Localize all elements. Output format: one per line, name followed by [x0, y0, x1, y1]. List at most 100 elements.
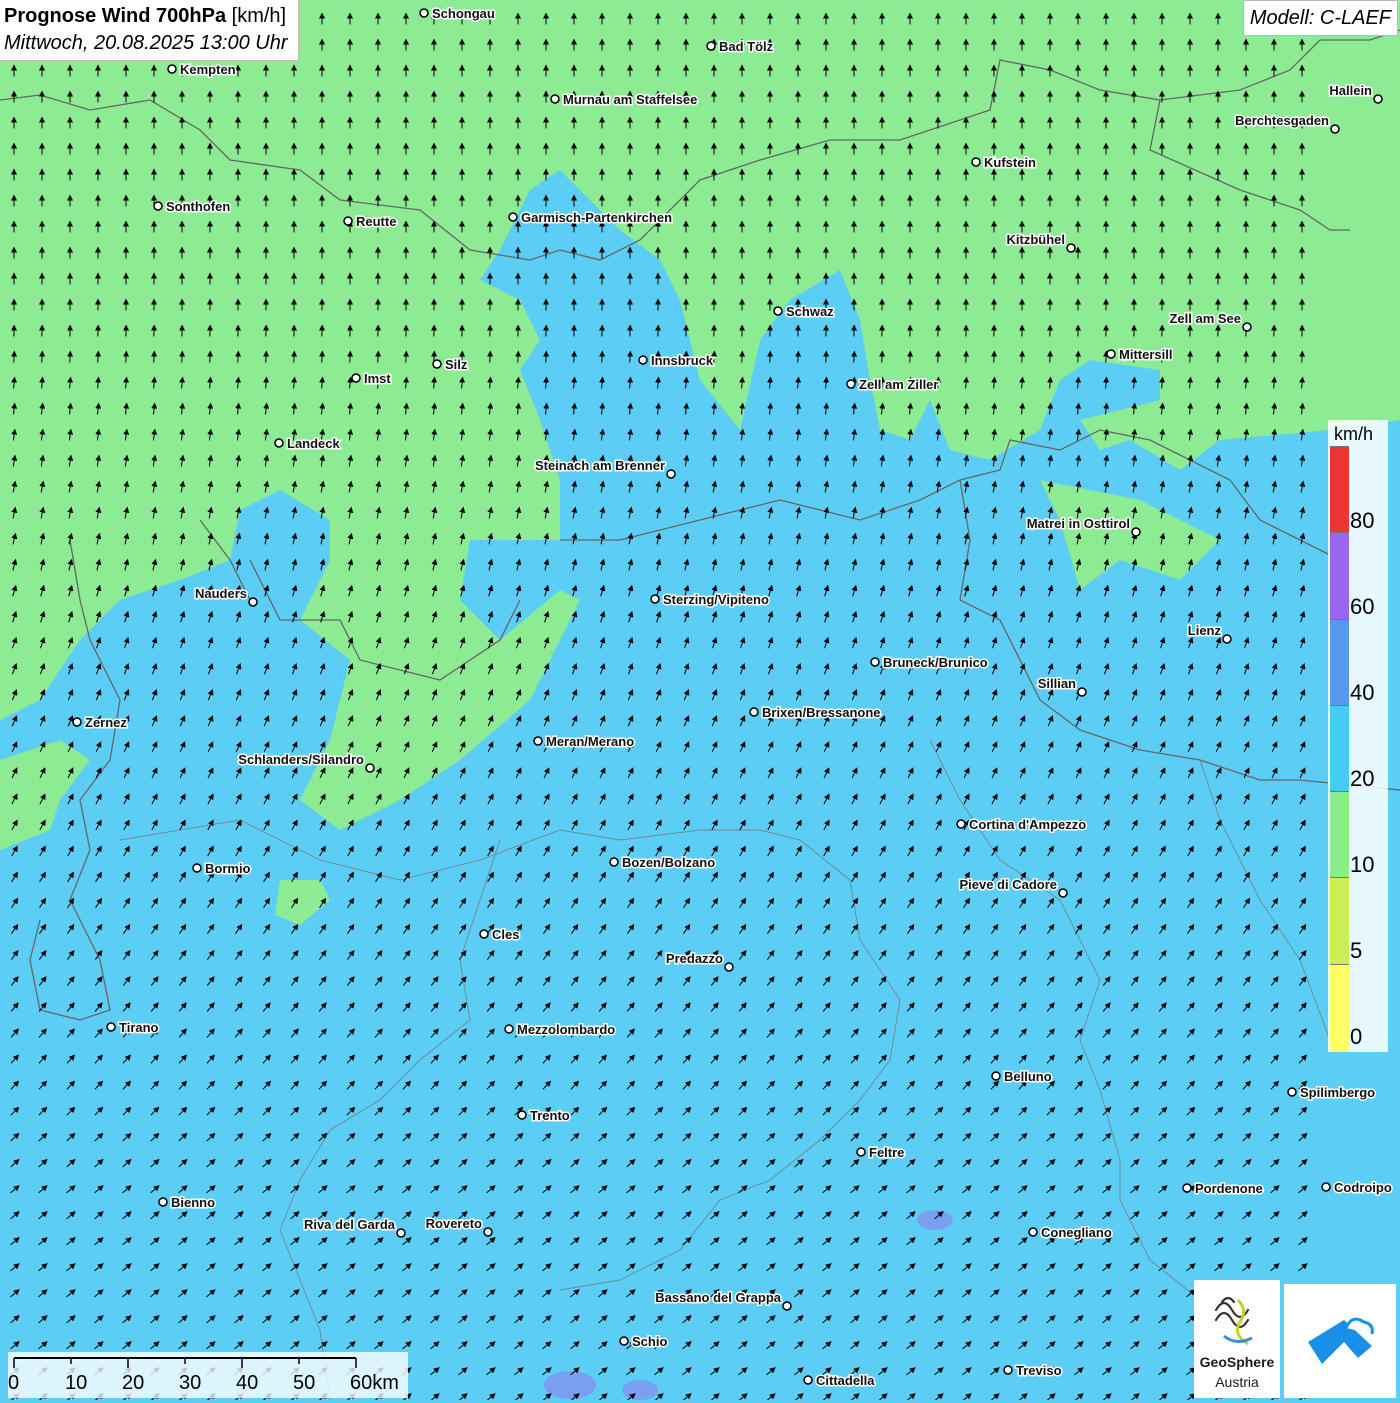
city-label: Sterzing/Vipiteno: [663, 592, 769, 607]
city-label: Steinach am Brenner: [535, 458, 665, 473]
city-label: Reutte: [356, 214, 396, 229]
wind-arrow: [714, 354, 715, 363]
city-marker: [610, 858, 618, 866]
city-marker: [847, 380, 855, 388]
legend-label: 80: [1350, 508, 1374, 534]
city-label: Mittersill: [1119, 347, 1172, 362]
wind-arrow: [42, 354, 43, 363]
wind-arrow: [574, 354, 575, 363]
scale-label: 20: [122, 1372, 144, 1395]
city-marker: [509, 213, 517, 221]
wind-arrow: [1078, 354, 1079, 363]
city-label: Kufstein: [984, 155, 1036, 170]
city-label: Feltre: [869, 1145, 904, 1160]
city-label: Tirano: [119, 1020, 159, 1035]
city-marker: [1322, 1183, 1330, 1191]
wind-arrow: [518, 354, 519, 363]
title-box: Prognose Wind 700hPa [km/h] Mittwoch, 20…: [0, 0, 299, 61]
city-label: Bienno: [171, 1195, 215, 1210]
wind-arrow: [770, 354, 771, 363]
wind-arrow: [994, 354, 995, 363]
wind-arrow: [154, 354, 155, 363]
city-marker: [534, 737, 542, 745]
wind-arrow: [1190, 354, 1191, 363]
city-marker: [750, 708, 758, 716]
wind-arrow: [546, 354, 547, 363]
city-marker: [957, 820, 965, 828]
legend-swatch: [1330, 791, 1349, 878]
wind-arrow: [910, 354, 911, 363]
wind-band-40-60-c: [622, 1380, 658, 1400]
map-unit: [km/h]: [232, 5, 286, 27]
city-marker: [725, 963, 733, 971]
city-marker: [366, 764, 374, 772]
city-marker: [397, 1229, 405, 1237]
wind-arrow: [854, 354, 855, 363]
wind-arrow: [1218, 354, 1219, 363]
city-label: Mezzolombardo: [517, 1022, 615, 1037]
legend-swatch: [1330, 877, 1349, 964]
map-title: Prognose Wind 700hPa: [4, 5, 226, 27]
wind-arrow: [1274, 354, 1275, 363]
city-marker: [804, 1376, 812, 1384]
scale-label: 30: [179, 1372, 201, 1395]
city-marker: [505, 1025, 513, 1033]
wind-arrow: [882, 354, 883, 363]
city-label: Pordenone: [1195, 1181, 1263, 1196]
wind-arrow: [1246, 354, 1247, 363]
wind-arrow: [350, 354, 351, 363]
wind-arrow: [182, 354, 183, 363]
city-label: Brixen/Bressanone: [762, 705, 881, 720]
city-marker: [871, 658, 879, 666]
legend-swatch: [1330, 619, 1349, 706]
city-label: Cortina d'Ampezzo: [969, 817, 1086, 832]
city-marker: [107, 1023, 115, 1031]
city-label: Sonthofen: [166, 199, 230, 214]
wind-arrow: [378, 354, 379, 363]
scale-label: 40: [236, 1372, 258, 1395]
legend-swatch: [1330, 446, 1349, 533]
city-marker: [433, 360, 441, 368]
city-marker: [249, 598, 257, 606]
city-marker: [1132, 528, 1140, 536]
wind-arrow: [602, 354, 603, 363]
city-label: Meran/Merano: [546, 734, 634, 749]
city-marker: [857, 1148, 865, 1156]
legend-label: 20: [1350, 766, 1374, 792]
city-label: Nauders: [195, 586, 247, 601]
city-marker: [1223, 635, 1231, 643]
weather-app-logo: [1284, 1284, 1396, 1398]
city-marker: [774, 307, 782, 315]
city-marker: [651, 595, 659, 603]
logo-sub: Austria: [1194, 1374, 1280, 1390]
city-label: Schongau: [432, 6, 495, 21]
wind-arrow: [938, 354, 939, 363]
wind-arrow: [1022, 354, 1023, 363]
city-marker: [639, 356, 647, 364]
city-label: Rovereto: [426, 1216, 482, 1231]
scale-label: 50: [293, 1372, 315, 1395]
city-label: Trento: [530, 1108, 570, 1123]
legend-label: 60: [1350, 594, 1374, 620]
wind-arrow: [1106, 354, 1107, 363]
wind-arrow: [490, 354, 491, 363]
wind-arrow: [266, 354, 267, 363]
city-label: Predazzo: [666, 951, 723, 966]
wind-band-40-60-b: [544, 1371, 596, 1399]
city-marker: [992, 1072, 1000, 1080]
city-label: Cittadella: [816, 1373, 875, 1388]
geosphere-emblem-icon: [1194, 1280, 1280, 1354]
legend-label: 5: [1350, 938, 1362, 964]
wind-arrow: [742, 354, 743, 363]
city-label: Garmisch-Partenkirchen: [521, 210, 672, 225]
city-label: Murnau am Staffelsee: [563, 92, 697, 107]
city-marker: [275, 439, 283, 447]
wind-arrow: [98, 354, 99, 363]
wind-band-40-60-a: [917, 1210, 953, 1230]
city-marker: [480, 930, 488, 938]
city-label: Bormio: [205, 861, 251, 876]
city-marker: [1067, 244, 1075, 252]
legend-unit: km/h: [1334, 424, 1373, 445]
city-marker: [667, 470, 675, 478]
city-marker: [1029, 1228, 1037, 1236]
